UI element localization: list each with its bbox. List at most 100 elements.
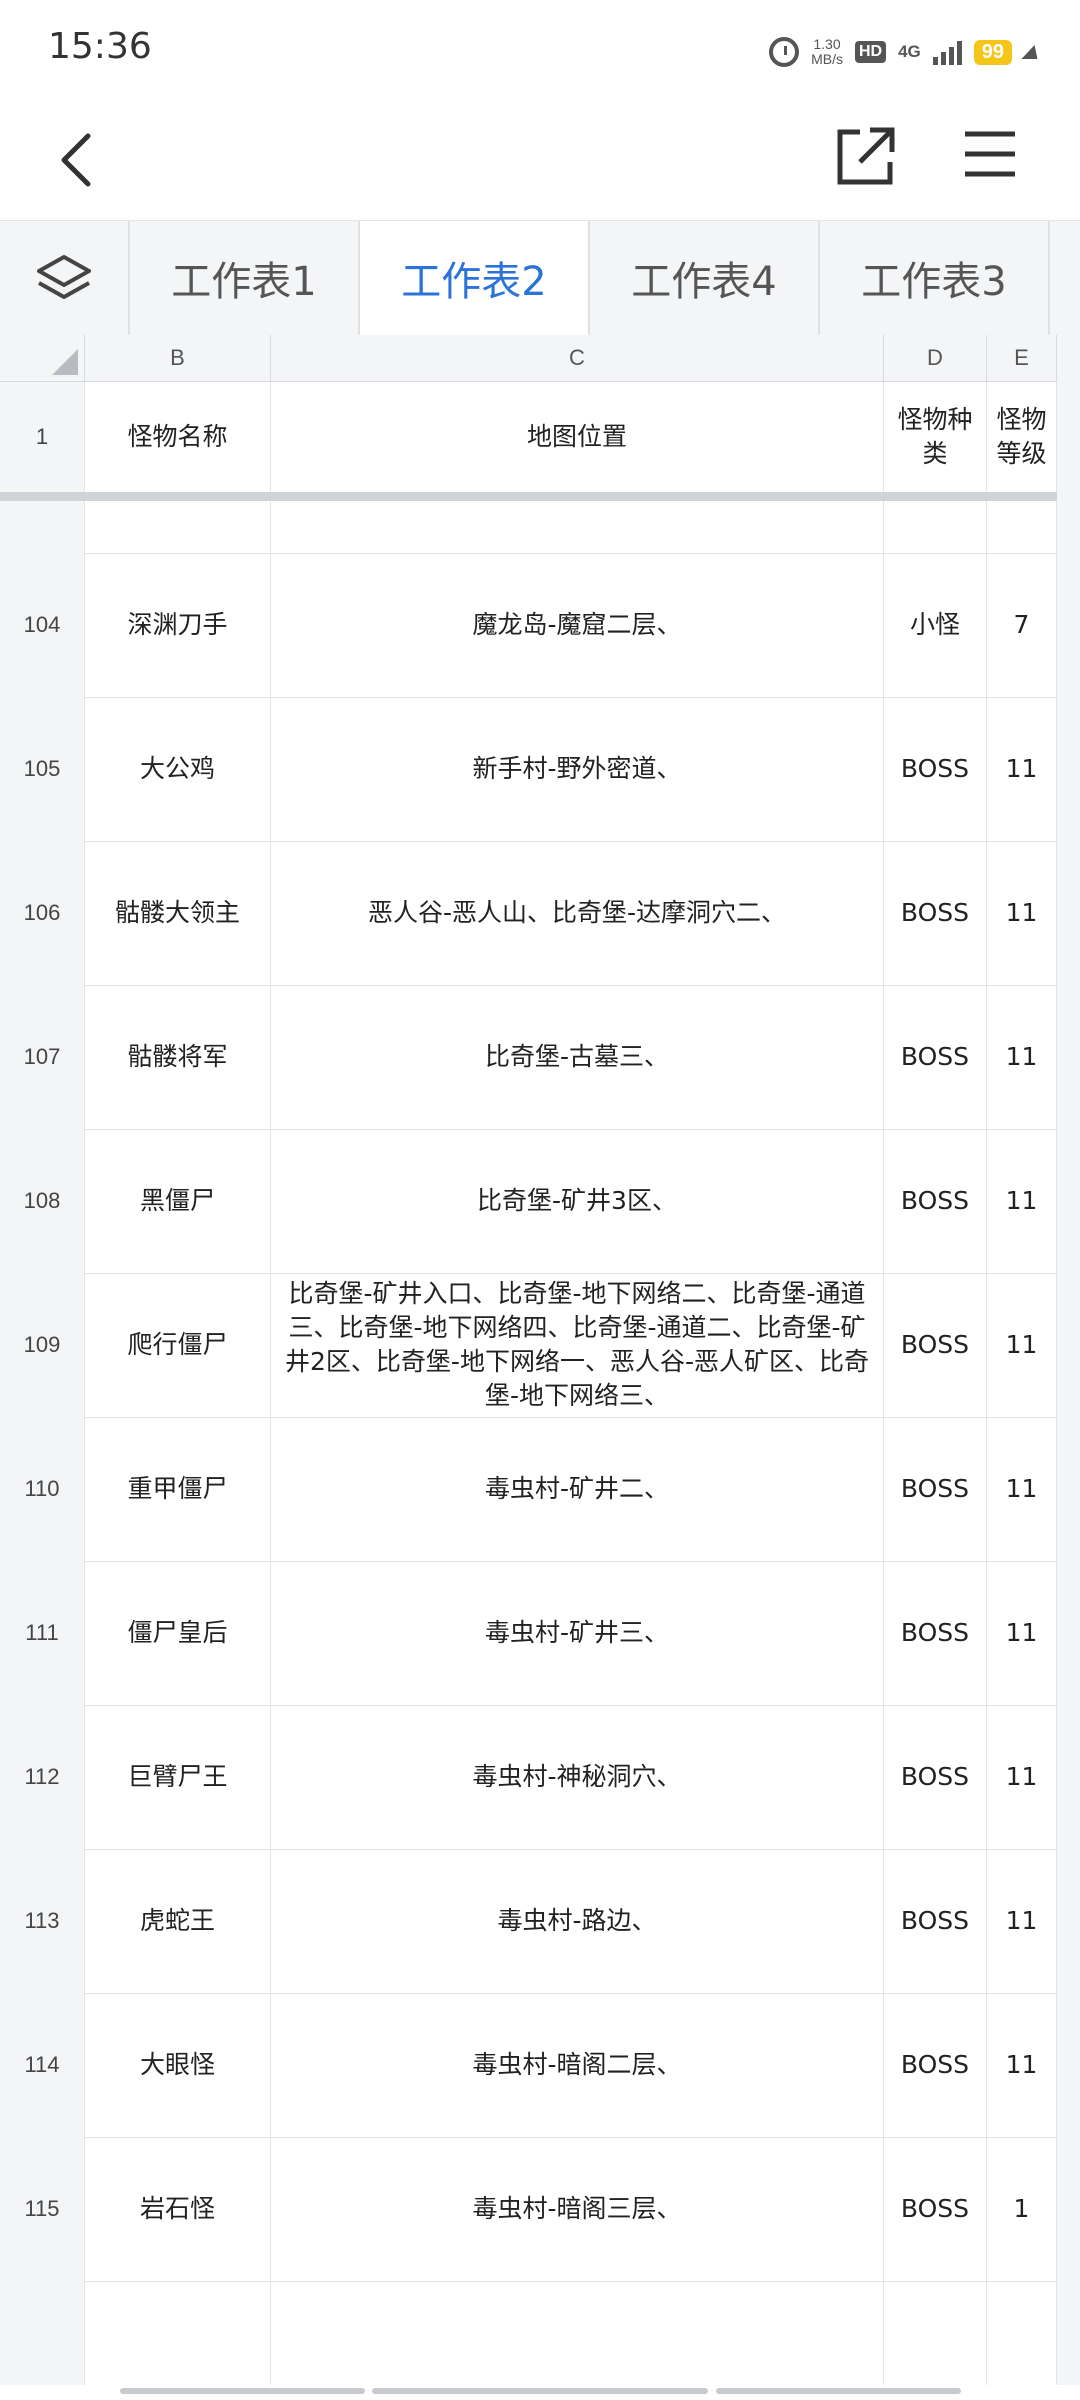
header-cell-location[interactable]: 地图位置: [271, 382, 884, 492]
cell-monster-type[interactable]: BOSS: [884, 841, 987, 985]
row-number[interactable]: 106: [0, 841, 85, 985]
cell-monster-name[interactable]: 僵尸皇后: [85, 1561, 271, 1705]
horizontal-scrollbar-segment[interactable]: [716, 2388, 961, 2394]
row-number[interactable]: 109: [0, 1273, 85, 1417]
cell-monster-type[interactable]: BOSS: [884, 1561, 987, 1705]
signal-icon: [932, 39, 962, 65]
cell-map-location[interactable]: 恶人谷-恶人山、比奇堡-达摩洞穴二、: [271, 841, 884, 985]
cell-map-location[interactable]: 比奇堡-矿井3区、: [271, 1129, 884, 1273]
cell-monster-type[interactable]: BOSS: [884, 1273, 987, 1417]
cell-monster-name[interactable]: 大眼怪: [85, 1993, 271, 2137]
cell-map-location[interactable]: 魔龙岛-魔窟二层、: [271, 553, 884, 697]
cell-map-location[interactable]: 毒虫村-暗阁三层、: [271, 2137, 884, 2281]
table-row: 107 骷髅将军 比奇堡-古墓三、 BOSS 11: [0, 985, 1057, 1130]
row-number[interactable]: 111: [0, 1561, 85, 1705]
back-arrow-icon[interactable]: [50, 130, 110, 190]
header-cell-level[interactable]: 怪物等级: [987, 382, 1057, 492]
horizontal-scrollbar-segment[interactable]: [120, 2388, 365, 2394]
row-number[interactable]: 115: [0, 2137, 85, 2281]
horizontal-scrollbar-segment[interactable]: [372, 2388, 708, 2394]
cell-monster-level[interactable]: 11: [987, 1849, 1057, 1993]
cell-map-location[interactable]: 新手村-野外密道、: [271, 697, 884, 841]
cell-monster-type[interactable]: BOSS: [884, 1417, 987, 1561]
column-header-e[interactable]: E: [987, 335, 1057, 381]
cell-monster-name[interactable]: 黑僵尸: [85, 1129, 271, 1273]
cell-monster-type[interactable]: BOSS: [884, 1993, 987, 2137]
row-number[interactable]: 114: [0, 1993, 85, 2137]
table-row: 104 深渊刀手 魔龙岛-魔窟二层、 小怪 7: [0, 553, 1057, 698]
cell-monster-level[interactable]: 7: [987, 553, 1057, 697]
header-cell-name[interactable]: 怪物名称: [85, 382, 271, 492]
cell-monster-type[interactable]: BOSS: [884, 1849, 987, 1993]
table-row: 112 巨臂尸王 毒虫村-神秘洞穴、 BOSS 11: [0, 1705, 1057, 1850]
row-number[interactable]: 105: [0, 697, 85, 841]
tab-sheet3[interactable]: 工作表3: [820, 221, 1050, 335]
cell-monster-level[interactable]: 11: [987, 697, 1057, 841]
sheet-list-button[interactable]: [0, 221, 130, 335]
row-number[interactable]: 1: [0, 382, 85, 492]
menu-icon[interactable]: [960, 124, 1020, 184]
table-row: 108 黑僵尸 比奇堡-矿井3区、 BOSS 11: [0, 1129, 1057, 1274]
cell-monster-name[interactable]: 骷髅大领主: [85, 841, 271, 985]
cell-monster-name[interactable]: 深渊刀手: [85, 553, 271, 697]
row-number[interactable]: 113: [0, 1849, 85, 1993]
cell-monster-name[interactable]: 虎蛇王: [85, 1849, 271, 1993]
column-header-b[interactable]: B: [85, 335, 271, 381]
table-row: 110 重甲僵尸 毒虫村-矿井二、 BOSS 11: [0, 1417, 1057, 1562]
cell-monster-level[interactable]: 11: [987, 985, 1057, 1129]
status-icons: 1.30 MB/s HD 4G 99: [769, 32, 1043, 72]
charging-icon: [1021, 45, 1043, 59]
freeze-pane-divider[interactable]: [0, 492, 1057, 501]
empty-cell[interactable]: [884, 2281, 987, 2385]
column-header-d[interactable]: D: [884, 335, 987, 381]
share-icon[interactable]: [830, 122, 900, 192]
empty-cell[interactable]: [85, 2281, 271, 2385]
column-header-row: B C D E: [0, 335, 1057, 382]
cell-monster-type[interactable]: 小怪: [884, 553, 987, 697]
vertical-scroll-gutter[interactable]: [1057, 335, 1080, 2385]
tab-sheet1[interactable]: 工作表1: [130, 221, 360, 335]
cell-monster-level[interactable]: 11: [987, 1993, 1057, 2137]
cell-monster-type[interactable]: BOSS: [884, 1705, 987, 1849]
column-header-c[interactable]: C: [271, 335, 884, 381]
cell-monster-level[interactable]: 11: [987, 1129, 1057, 1273]
tab-sheet2[interactable]: 工作表2: [360, 221, 590, 335]
cell-monster-level[interactable]: 11: [987, 1273, 1057, 1417]
sheet-tabs: 工作表1 工作表2 工作表4 工作表3: [0, 220, 1080, 336]
cell-monster-name[interactable]: 骷髅将军: [85, 985, 271, 1129]
cell-monster-level[interactable]: 11: [987, 1561, 1057, 1705]
cell-monster-name[interactable]: 巨臂尸王: [85, 1705, 271, 1849]
cell-monster-level[interactable]: 11: [987, 1417, 1057, 1561]
cell-map-location[interactable]: 比奇堡-古墓三、: [271, 985, 884, 1129]
empty-cell[interactable]: [271, 2281, 884, 2385]
empty-cell[interactable]: [0, 2281, 85, 2385]
header-cell-type[interactable]: 怪物种类: [884, 382, 987, 492]
tab-sheet4[interactable]: 工作表4: [590, 221, 820, 335]
cell-monster-level[interactable]: 11: [987, 841, 1057, 985]
cell-map-location[interactable]: 毒虫村-路边、: [271, 1849, 884, 1993]
cell-monster-name[interactable]: 重甲僵尸: [85, 1417, 271, 1561]
row-number[interactable]: 104: [0, 553, 85, 697]
select-all-corner[interactable]: [0, 335, 85, 381]
cell-map-location[interactable]: 毒虫村-暗阁二层、: [271, 1993, 884, 2137]
row-number[interactable]: 112: [0, 1705, 85, 1849]
empty-cell[interactable]: [987, 2281, 1057, 2385]
cell-monster-level[interactable]: 11: [987, 1705, 1057, 1849]
cell-monster-type[interactable]: BOSS: [884, 697, 987, 841]
cell-map-location[interactable]: 比奇堡-矿井入口、比奇堡-地下网络二、比奇堡-通道三、比奇堡-地下网络四、比奇堡…: [271, 1273, 884, 1417]
cell-map-location[interactable]: 毒虫村-矿井二、: [271, 1417, 884, 1561]
cell-monster-type[interactable]: BOSS: [884, 2137, 987, 2281]
row-number[interactable]: 108: [0, 1129, 85, 1273]
cell-map-location[interactable]: 毒虫村-矿井三、: [271, 1561, 884, 1705]
cell-monster-name[interactable]: 大公鸡: [85, 697, 271, 841]
table-row-empty: [0, 2281, 1057, 2385]
cell-monster-name[interactable]: 岩石怪: [85, 2137, 271, 2281]
cell-monster-name[interactable]: 爬行僵尸: [85, 1273, 271, 1417]
row-number[interactable]: 110: [0, 1417, 85, 1561]
cell-monster-type[interactable]: BOSS: [884, 1129, 987, 1273]
spreadsheet-grid[interactable]: B C D E 1 怪物名称 地图位置 怪物种类 怪物等级 104 深渊刀手 魔龙岛…: [0, 335, 1057, 2385]
cell-monster-type[interactable]: BOSS: [884, 985, 987, 1129]
row-number[interactable]: 107: [0, 985, 85, 1129]
cell-monster-level[interactable]: 1: [987, 2137, 1057, 2281]
cell-map-location[interactable]: 毒虫村-神秘洞穴、: [271, 1705, 884, 1849]
